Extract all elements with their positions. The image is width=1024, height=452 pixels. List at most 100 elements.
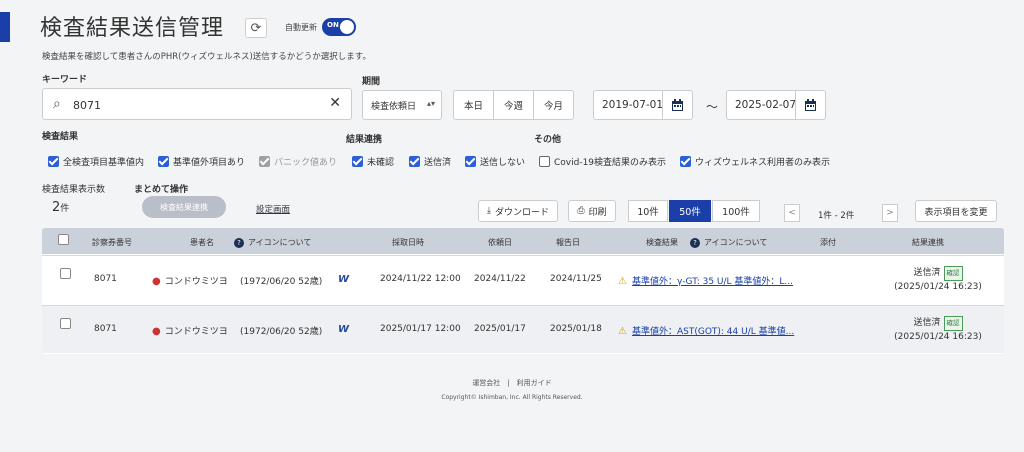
requested-date: 2025/01/17 xyxy=(474,324,526,334)
confirm-badge[interactable]: 確認 xyxy=(943,266,963,281)
th-requested[interactable]: 依頼日 xyxy=(488,237,512,248)
quick-range-group: 本日 今週 今月 xyxy=(453,90,575,120)
page-accent-bar xyxy=(0,12,10,42)
toggle-knob xyxy=(340,20,354,34)
filter-covid[interactable]: Covid-19検査結果のみ表示 xyxy=(539,155,666,168)
patient-name: コンドウミツヨ xyxy=(164,327,228,337)
th-icon-help[interactable]: ? アイコンについて xyxy=(234,237,311,248)
filter-label: 全検査項目基準値内 xyxy=(63,158,145,168)
range-month-button[interactable]: 今月 xyxy=(534,91,573,119)
range-today-button[interactable]: 本日 xyxy=(454,91,495,119)
patient-dob: (1972/06/20 52歳) xyxy=(240,327,323,337)
row-checkbox[interactable] xyxy=(60,268,71,279)
patient-name: コンドウミツヨ xyxy=(164,277,228,287)
th-reported[interactable]: 報告日 xyxy=(556,237,580,248)
filter-label: 基準値外項目あり xyxy=(173,158,246,168)
refresh-button[interactable]: ⟳ xyxy=(245,18,267,38)
checkbox[interactable] xyxy=(48,156,59,167)
filter-not-send[interactable]: 送信しない xyxy=(465,155,525,168)
date-from-field[interactable]: 2019-07-01 xyxy=(593,90,693,120)
th-result[interactable]: 検査結果 xyxy=(646,237,678,248)
checkbox[interactable] xyxy=(680,156,691,167)
period-select[interactable]: 検査依頼日 ▴▾ xyxy=(362,90,442,120)
range-week-button[interactable]: 今週 xyxy=(494,91,535,119)
th-collected[interactable]: 採取日時 xyxy=(392,237,424,248)
filter-panic-value: パニック値あり xyxy=(259,155,337,168)
page-size-100[interactable]: 100件 xyxy=(712,200,760,222)
checkbox[interactable] xyxy=(158,156,169,167)
page-size-50[interactable]: 50件 xyxy=(669,200,711,222)
footer-links[interactable]: 運営会社 | 利用ガイド xyxy=(0,378,1024,388)
print-button[interactable]: ⎙ 印刷 xyxy=(568,200,616,222)
collected-datetime: 2025/01/17 12:00 xyxy=(380,324,461,334)
calendar-icon xyxy=(672,98,683,111)
patient-dob: (1972/06/20 52歳) xyxy=(240,277,323,287)
select-all-checkbox[interactable] xyxy=(58,234,69,245)
refresh-icon: ⟳ xyxy=(250,20,262,36)
row-checkbox[interactable] xyxy=(60,318,71,329)
status-date: (2025/01/24 16:23) xyxy=(894,332,982,342)
th-link-status: 結果連携 xyxy=(912,238,944,247)
calendar-from-button[interactable] xyxy=(662,91,692,119)
withwellness-icon: W xyxy=(338,324,350,335)
result-cell[interactable]: ⚠ 基準値外：γ-GT: 35 U/L 基準値外：L... xyxy=(618,274,793,287)
th-attachment: 添付 xyxy=(820,238,836,247)
count-label: 検査結果表示数 xyxy=(42,185,106,195)
th-patient[interactable]: 患者名 xyxy=(190,237,214,248)
card-no: 8071 xyxy=(94,274,117,284)
status-text: 送信済 xyxy=(913,268,941,278)
page-description: 検査結果を確認して患者さんのPHR(ウィズウェルネス)送信するかどうか選択します… xyxy=(42,52,371,62)
filter-withwellness-users[interactable]: ウィズウェルネス利用者のみ表示 xyxy=(680,155,830,168)
table-row[interactable]: 8071 ● コンドウミツヨ (1972/06/20 52歳) W 2024/11… xyxy=(42,255,1004,303)
printer-icon: ⎙ xyxy=(577,206,585,216)
auto-update-label: 自動更新 xyxy=(285,23,317,32)
date-to-field[interactable]: 2025-02-07 xyxy=(726,90,826,120)
count-unit: 件 xyxy=(60,204,70,214)
next-page-button[interactable]: > xyxy=(882,204,898,222)
footer-copyright: Copyright© Ishimban, Inc. All Rights Res… xyxy=(441,394,583,401)
status-date: (2025/01/24 16:23) xyxy=(894,282,982,292)
clear-icon[interactable]: ✕ xyxy=(329,95,341,111)
result-link[interactable]: 基準値外：AST(GOT): 44 U/L 基準値... xyxy=(632,327,794,337)
filter-label: 送信済 xyxy=(424,158,452,168)
filter-within-range[interactable]: 全検査項目基準値内 xyxy=(48,155,144,168)
checkbox[interactable] xyxy=(539,156,550,167)
confirm-badge[interactable]: 確認 xyxy=(943,316,963,331)
patient-cell[interactable]: ● コンドウミツヨ xyxy=(152,324,228,337)
prev-page-button[interactable]: < xyxy=(784,204,800,222)
link-status-cell: 送信済 確認 (2025/01/24 16:23) xyxy=(888,316,988,344)
withwellness-icon: W xyxy=(338,274,350,285)
filter-sent[interactable]: 送信済 xyxy=(409,155,451,168)
download-label: ダウンロード xyxy=(494,207,549,218)
page-title: 検査結果送信管理 xyxy=(40,16,225,41)
checkbox[interactable] xyxy=(409,156,420,167)
other-filter-label: その他 xyxy=(534,135,562,145)
keyword-input[interactable] xyxy=(73,96,313,114)
filter-label: 送信しない xyxy=(480,158,526,168)
th-result-icon-help[interactable]: ? アイコンについて xyxy=(690,237,767,248)
patient-cell[interactable]: ● コンドウミツヨ xyxy=(152,274,228,287)
checkbox[interactable] xyxy=(352,156,363,167)
link-filter-label: 結果連携 xyxy=(346,135,383,145)
page-size-10[interactable]: 10件 xyxy=(628,200,668,222)
result-cell[interactable]: ⚠ 基準値外：AST(GOT): 44 U/L 基準値... xyxy=(618,324,794,337)
print-label: 印刷 xyxy=(588,207,607,218)
bulk-label: まとめて操作 xyxy=(134,185,189,195)
settings-link[interactable]: 設定画面 xyxy=(256,203,290,215)
bulk-link-button[interactable]: 検査結果連携 xyxy=(142,196,226,218)
table-row[interactable]: 8071 ● コンドウミツヨ (1972/06/20 52歳) W 2025/01… xyxy=(42,305,1004,353)
result-link[interactable]: 基準値外：γ-GT: 35 U/L 基準値外：L... xyxy=(632,277,793,287)
calendar-to-button[interactable] xyxy=(795,91,825,119)
results-table: 診察券番号 患者名 ? アイコンについて 採取日時 依頼日 報告日 検査結果 ? ア… xyxy=(42,228,1004,354)
filter-out-of-range[interactable]: 基準値外項目あり xyxy=(158,155,245,168)
th-icon-help-label: アイコンについて xyxy=(248,238,312,247)
auto-update-toggle[interactable]: ON xyxy=(322,18,356,36)
result-filter-label: 検査結果 xyxy=(42,132,79,142)
filter-unconfirmed[interactable]: 未確認 xyxy=(352,155,394,168)
th-card-no[interactable]: 診察券番号 xyxy=(92,237,132,248)
download-button[interactable]: ⤓ ダウンロード xyxy=(478,200,558,222)
checkbox[interactable] xyxy=(465,156,476,167)
period-select-value: 検査依頼日 xyxy=(371,101,417,112)
change-columns-button[interactable]: 表示項目を変更 xyxy=(915,200,997,222)
date-range-separator: ～ xyxy=(706,100,719,114)
